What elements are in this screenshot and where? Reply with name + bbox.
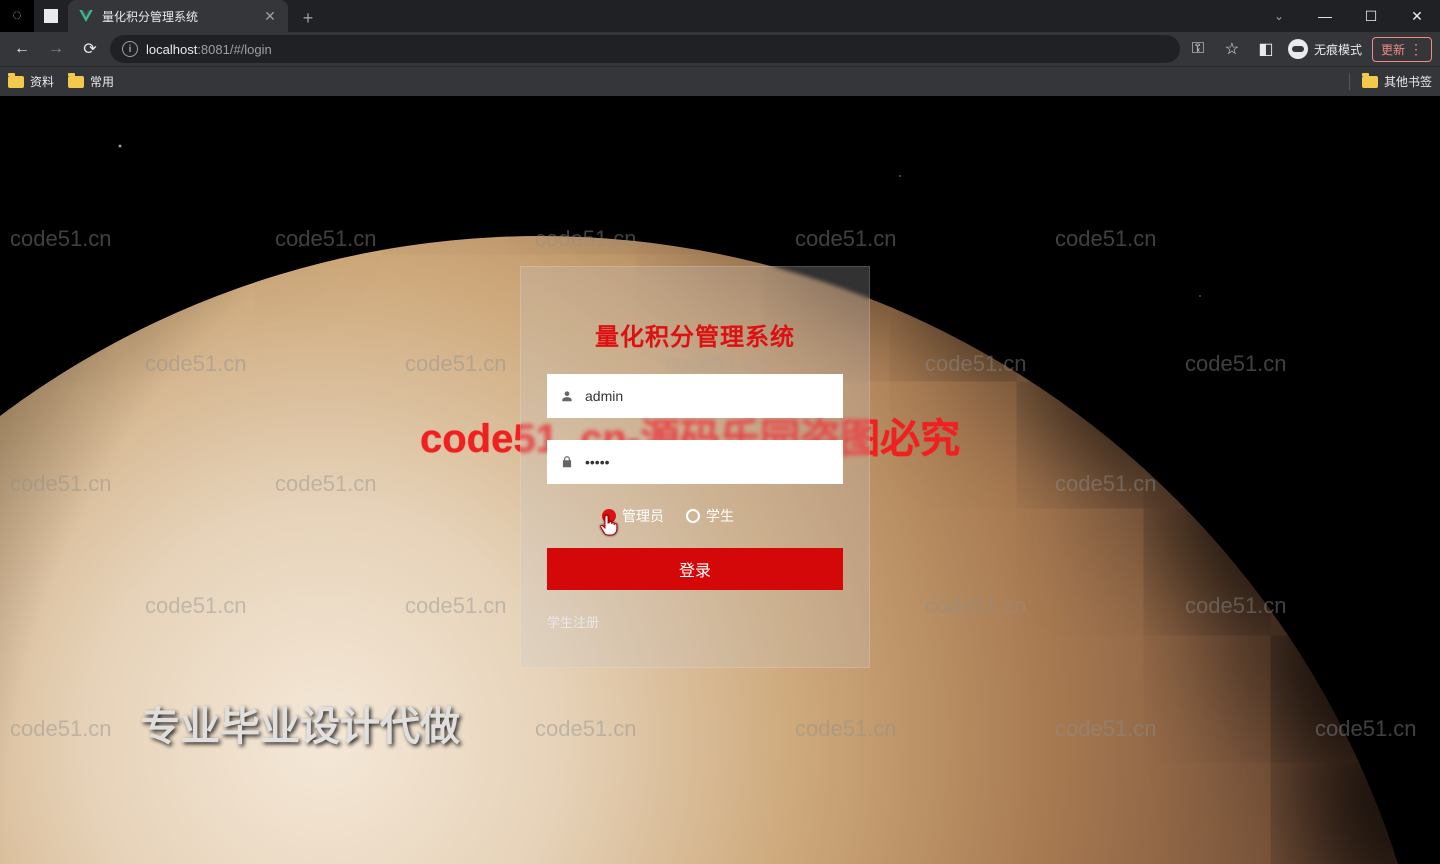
forward-button[interactable]: → bbox=[42, 35, 70, 63]
update-button[interactable]: 更新 ⋮ bbox=[1372, 37, 1432, 62]
lock-icon bbox=[559, 455, 575, 469]
menu-dots-icon[interactable]: ⋮ bbox=[1409, 41, 1423, 58]
role-student-radio[interactable]: 学生 bbox=[686, 506, 734, 526]
bookmark-item-1[interactable]: 常用 bbox=[68, 73, 114, 90]
username-field[interactable] bbox=[547, 374, 843, 418]
toolbar: ← → ⟳ i localhost:8081/#/login ⚿ ☆ ◧ 无痕模… bbox=[0, 32, 1440, 66]
close-tab-icon[interactable]: ✕ bbox=[262, 8, 278, 24]
folder-icon bbox=[68, 76, 84, 88]
page-viewport: code51.cn code51.cn code51.cn code51.cn … bbox=[0, 96, 1440, 864]
new-tab-button[interactable]: + bbox=[294, 4, 322, 32]
reload-button[interactable]: ⟳ bbox=[76, 35, 104, 63]
role-admin-radio[interactable]: 管理员 bbox=[602, 506, 664, 526]
radio-dot-icon bbox=[602, 509, 616, 523]
active-tab[interactable]: 量化积分管理系统 ✕ bbox=[68, 0, 288, 32]
bookmark-label: 资料 bbox=[30, 73, 54, 90]
password-key-icon[interactable]: ⚿ bbox=[1186, 37, 1210, 61]
bookmark-label: 常用 bbox=[90, 73, 114, 90]
username-input[interactable] bbox=[585, 388, 831, 404]
role-admin-label: 管理员 bbox=[622, 506, 664, 526]
url-host: localhost bbox=[146, 42, 197, 57]
incognito-label: 无痕模式 bbox=[1314, 41, 1362, 58]
bookmarks-bar: 资料 常用 其他书签 bbox=[0, 66, 1440, 96]
other-bookmarks-label: 其他书签 bbox=[1384, 73, 1432, 90]
tab-strip: ◌ 量化积分管理系统 ✕ + ⌄ — ☐ ✕ bbox=[0, 0, 1440, 32]
update-label: 更新 bbox=[1381, 41, 1405, 58]
login-card: 量化积分管理系统 管理员 学生 登录 学生注册 bbox=[520, 266, 870, 668]
incognito-indicator: 无痕模式 bbox=[1288, 39, 1362, 59]
bookmark-star-icon[interactable]: ☆ bbox=[1220, 37, 1244, 61]
login-title: 量化积分管理系统 bbox=[547, 317, 843, 352]
folder-icon bbox=[8, 76, 24, 88]
extensions-icon[interactable]: ◧ bbox=[1254, 37, 1278, 61]
back-button[interactable]: ← bbox=[8, 35, 36, 63]
login-button-label: 登录 bbox=[679, 557, 711, 581]
address-bar[interactable]: i localhost:8081/#/login bbox=[110, 35, 1180, 63]
student-register-link[interactable]: 学生注册 bbox=[547, 612, 843, 631]
site-info-icon[interactable]: i bbox=[122, 41, 138, 57]
incognito-icon bbox=[1288, 39, 1308, 59]
folder-icon bbox=[1362, 76, 1378, 88]
toolbar-right: ⚿ ☆ ◧ 无痕模式 更新 ⋮ bbox=[1186, 37, 1432, 62]
close-window-button[interactable]: ✕ bbox=[1394, 0, 1440, 32]
tab-title: 量化积分管理系统 bbox=[102, 8, 254, 25]
minimize-button[interactable]: — bbox=[1302, 0, 1348, 32]
password-field[interactable] bbox=[547, 440, 843, 484]
url-text: localhost:8081/#/login bbox=[146, 42, 272, 57]
window-controls: ⌄ — ☐ ✕ bbox=[1256, 0, 1440, 32]
role-student-label: 学生 bbox=[706, 506, 734, 526]
maximize-button[interactable]: ☐ bbox=[1348, 0, 1394, 32]
user-icon bbox=[559, 389, 575, 403]
bookmark-item-0[interactable]: 资料 bbox=[8, 73, 54, 90]
browser-chrome: ◌ 量化积分管理系统 ✕ + ⌄ — ☐ ✕ ← → ⟳ i localhost… bbox=[0, 0, 1440, 96]
role-radios: 管理员 学生 bbox=[547, 506, 843, 526]
tabs-dropdown-icon[interactable]: ⌄ bbox=[1256, 0, 1302, 32]
url-path: :8081/#/login bbox=[197, 42, 271, 57]
login-button[interactable]: 登录 bbox=[547, 548, 843, 590]
radio-dot-icon bbox=[686, 509, 700, 523]
tab-placeholder-1[interactable]: ◌ bbox=[0, 0, 34, 32]
tab-placeholder-2[interactable] bbox=[34, 0, 68, 32]
other-bookmarks[interactable]: 其他书签 bbox=[1349, 73, 1432, 90]
password-input[interactable] bbox=[585, 454, 831, 470]
vue-favicon-icon bbox=[78, 8, 94, 24]
